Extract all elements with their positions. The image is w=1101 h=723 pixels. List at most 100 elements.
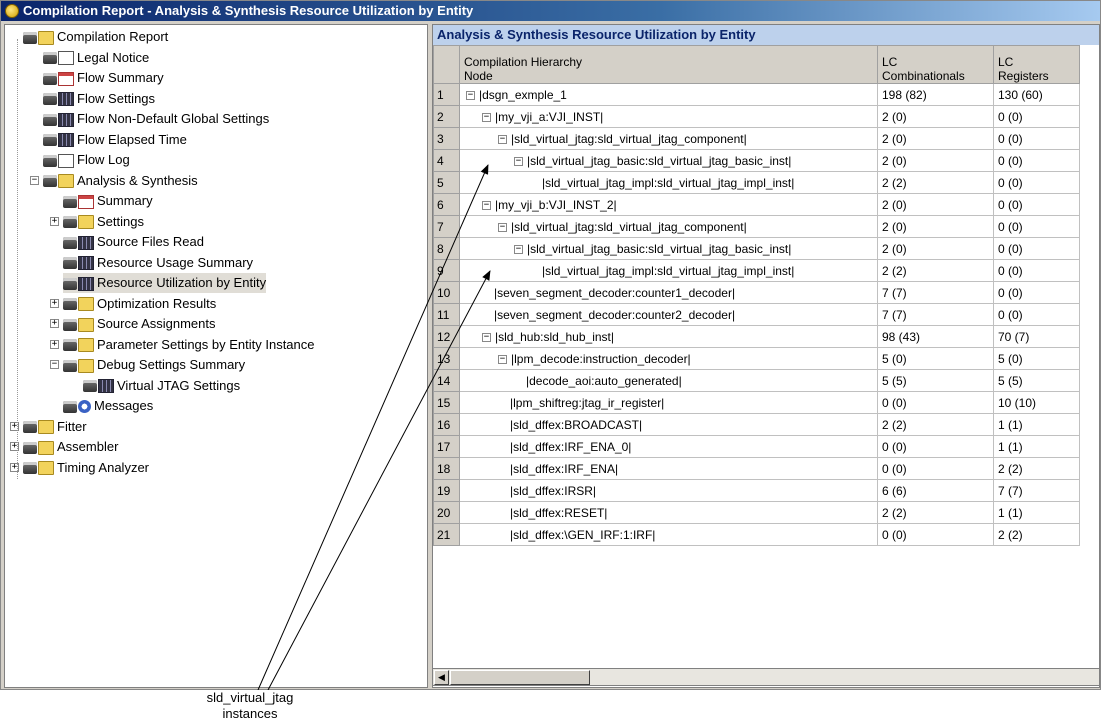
table-row[interactable]: 3 − |sld_virtual_jtag:sld_virtual_jtag_com… (433, 127, 1080, 150)
node-cell-text: |seven_segment_decoder:counter1_decoder| (494, 285, 736, 300)
scroll-left-icon[interactable]: ◀ (434, 670, 449, 685)
table-row[interactable]: 16 |sld_dffex:BROADCAST| 2 (2) 1 (1) (433, 413, 1080, 436)
table-row[interactable]: 19 |sld_dffex:IRSR| 6 (6) 7 (7) (433, 479, 1080, 502)
tree-item-label: Compilation Report (57, 29, 169, 44)
table-row[interactable]: 21 |sld_dffex:\GEN_IRF:1:IRF| 0 (0) 2 (2) (433, 523, 1080, 546)
printer-icon (63, 216, 77, 229)
table-row[interactable]: 6 − |my_vji_b:VJI_INST_2| 2 (0) 0 (0) (433, 193, 1080, 216)
tree-item[interactable]: Settings (63, 212, 144, 232)
tree-item-label: Flow Non-Default Global Settings (77, 111, 270, 126)
column-header-lc-registers[interactable]: LC Registers (993, 45, 1080, 84)
row-number-text: 2 (437, 109, 444, 124)
tree-item[interactable]: Flow Non-Default Global Settings (43, 109, 269, 129)
report-tree-panel[interactable]: Compilation Report Legal Notice Flow Summa… (4, 24, 428, 688)
tree-item[interactable]: Compilation Report (23, 27, 168, 47)
header-line: LC (882, 55, 898, 69)
collapse-icon[interactable]: − (498, 354, 507, 364)
horizontal-scrollbar[interactable]: ◀ (432, 668, 1100, 686)
collapse-icon[interactable]: − (498, 134, 507, 144)
table-row[interactable]: 2 − |my_vji_a:VJI_INST| 2 (0) 0 (0) (433, 105, 1080, 128)
tree-item[interactable]: Resource Usage Summary (63, 253, 253, 273)
tree-item[interactable]: Legal Notice (43, 48, 149, 68)
table-row[interactable]: 12 − |sld_hub:sld_hub_inst| 98 (43) 70 (7) (433, 325, 1080, 348)
node-cell-text: |my_vji_a:VJI_INST| (495, 109, 604, 124)
tree-item[interactable]: Flow Elapsed Time (43, 130, 187, 150)
collapse-icon[interactable]: − (514, 156, 523, 166)
table-row[interactable]: 1 − |dsgn_exmple_1 198 (82) 130 (60) (433, 83, 1080, 106)
table-icon (58, 112, 74, 127)
tree-item-label: Flow Log (77, 152, 130, 167)
collapse-icon[interactable]: − (482, 112, 491, 122)
tree-item[interactable]: Source Assignments (63, 314, 216, 334)
table-row[interactable]: 11 |seven_segment_decoder:counter2_decode… (433, 303, 1080, 326)
node-cell: |sld_dffex:RESET| (459, 501, 878, 524)
table-row[interactable]: 5 |sld_virtual_jtag_impl:sld_virtual_jtag… (433, 171, 1080, 194)
tree-item[interactable]: Messages (63, 396, 153, 416)
node-cell-text: |sld_virtual_jtag_basic:sld_virtual_jtag… (527, 153, 792, 168)
lc-registers-cell: 1 (1) (993, 413, 1080, 436)
node-cell-text: |sld_dffex:IRF_ENA_0| (510, 439, 632, 454)
tree-item[interactable]: Optimization Results (63, 294, 216, 314)
tree-item[interactable]: Flow Summary (43, 68, 164, 88)
printer-icon (43, 134, 57, 147)
header-line: LC (998, 55, 1014, 69)
tree-item[interactable]: Resource Utilization by Entity (63, 273, 267, 293)
lc-combinationals-cell-text: 0 (0) (882, 395, 907, 410)
node-cell-text: |sld_dffex:IRSR| (510, 483, 597, 498)
tree-item[interactable]: Flow Log (43, 150, 130, 170)
collapse-icon[interactable]: − (50, 360, 59, 369)
collapse-icon[interactable]: − (514, 244, 523, 254)
table-row[interactable]: 15 |lpm_shiftreg:jtag_ir_register| 0 (0) 10… (433, 391, 1080, 414)
lc-registers-cell: 0 (0) (993, 215, 1080, 238)
tree-item-label: Resource Usage Summary (97, 254, 254, 270)
lc-combinationals-cell-text: 2 (0) (882, 109, 907, 124)
table-row[interactable]: 14 |decode_aoi:auto_generated| 5 (5) 5 (5) (433, 369, 1080, 392)
lc-combinationals-cell-text: 98 (43) (882, 329, 921, 344)
row-number: 10 (433, 281, 460, 304)
lc-combinationals-cell-text: 0 (0) (882, 461, 907, 476)
tree-item[interactable]: Assembler (23, 437, 118, 457)
tree-item[interactable]: Debug Settings Summary (63, 355, 245, 375)
expand-icon[interactable]: + (50, 216, 59, 226)
row-number-header[interactable] (433, 45, 460, 84)
title-bar[interactable]: Compilation Report - Analysis & Synthesi… (1, 1, 1100, 21)
collapse-icon[interactable]: − (498, 222, 507, 232)
tree-item[interactable]: Analysis & Synthesis (43, 171, 198, 191)
table-row[interactable]: 4 − |sld_virtual_jtag_basic:sld_virtual_jt… (433, 149, 1080, 172)
column-header-lc-combinationals[interactable]: LC Combinationals (877, 45, 994, 84)
table-row[interactable]: 8 − |sld_virtual_jtag_basic:sld_virtual_jt… (433, 237, 1080, 260)
tree-item[interactable]: Source Files Read (63, 232, 204, 252)
row-number-text: 3 (437, 131, 444, 146)
tree-item[interactable]: Parameter Settings by Entity Instance (63, 335, 315, 355)
collapse-icon[interactable]: − (482, 200, 491, 210)
tree-item[interactable]: Flow Settings (43, 89, 155, 109)
lc-combinationals-cell: 2 (2) (877, 171, 994, 194)
lc-combinationals-cell: 2 (0) (877, 127, 994, 150)
tree-item[interactable]: Summary (63, 191, 153, 211)
expand-icon[interactable]: + (50, 339, 59, 349)
row-number: 4 (433, 149, 460, 172)
scroll-thumb[interactable] (450, 670, 590, 685)
table-icon (78, 194, 94, 209)
collapse-icon[interactable]: − (482, 332, 491, 342)
collapse-icon[interactable]: − (30, 175, 39, 185)
table-row[interactable]: 20 |sld_dffex:RESET| 2 (2) 1 (1) (433, 501, 1080, 524)
collapse-icon[interactable]: − (466, 90, 475, 100)
table-row[interactable]: 9 |sld_virtual_jtag_impl:sld_virtual_jtag… (433, 259, 1080, 282)
column-header-node[interactable]: Compilation Hierarchy Node (459, 45, 878, 84)
node-cell: − |my_vji_b:VJI_INST_2| (459, 193, 878, 216)
table-row[interactable]: 7 − |sld_virtual_jtag:sld_virtual_jtag_com… (433, 215, 1080, 238)
tree-item[interactable]: Timing Analyzer (23, 458, 149, 478)
tree-item[interactable]: Virtual JTAG Settings (83, 376, 240, 396)
table-row[interactable]: 18 |sld_dffex:IRF_ENA| 0 (0) 2 (2) (433, 457, 1080, 480)
lc-registers-cell: 0 (0) (993, 127, 1080, 150)
expand-icon[interactable]: + (50, 298, 59, 308)
table-row[interactable]: 17 |sld_dffex:IRF_ENA_0| 0 (0) 1 (1) (433, 435, 1080, 458)
lc-combinationals-cell-text: 2 (0) (882, 131, 907, 146)
row-number-text: 7 (437, 219, 444, 234)
table-row[interactable]: 10 |seven_segment_decoder:counter1_decode… (433, 281, 1080, 304)
printer-icon (43, 113, 57, 126)
expand-icon[interactable]: + (50, 319, 59, 328)
table-row[interactable]: 13 − |lpm_decode:instruction_decoder| 5 (0)… (433, 347, 1080, 370)
tree-item[interactable]: Fitter (23, 417, 87, 437)
